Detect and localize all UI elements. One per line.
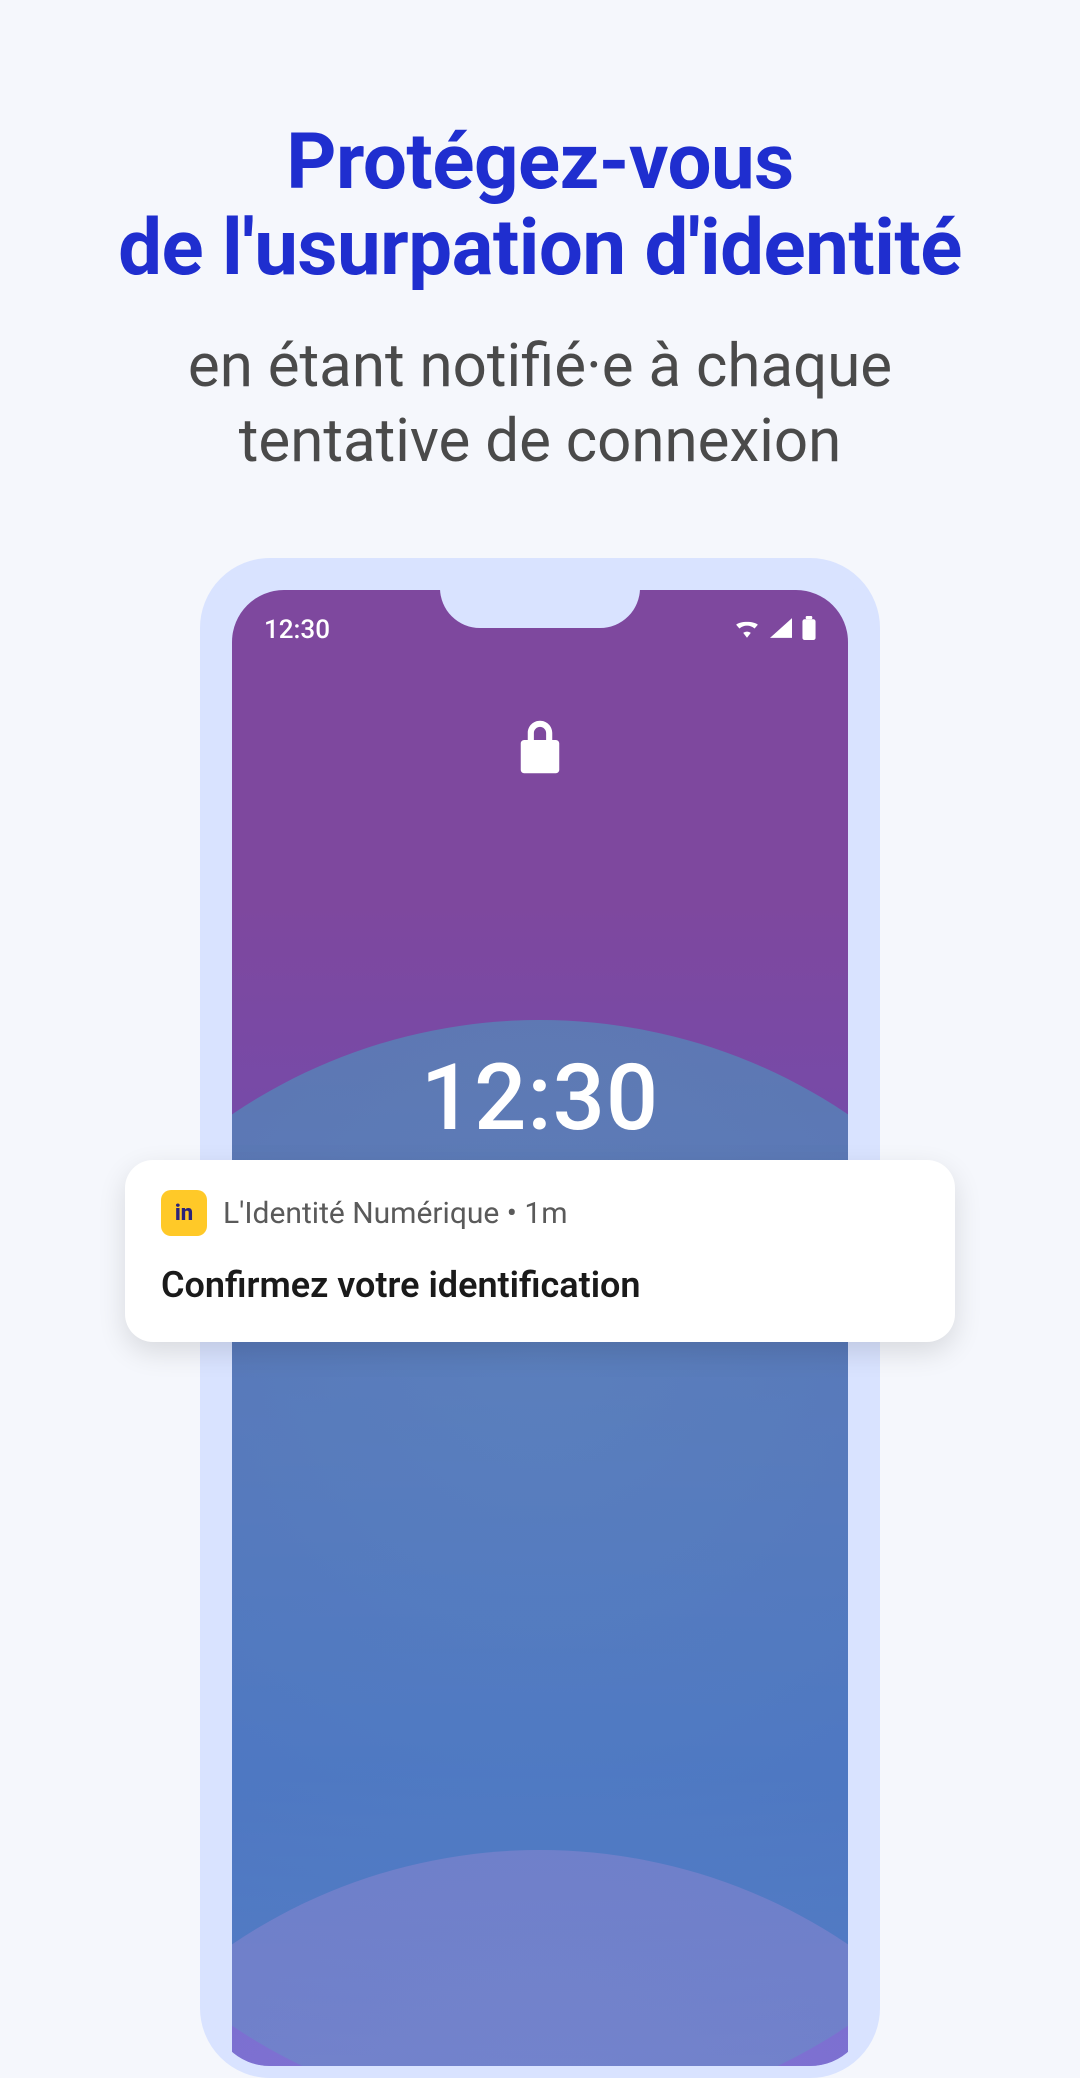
notification-app-name: L'Identité Numérique: [223, 1196, 499, 1231]
wifi-icon: [734, 618, 760, 642]
marketing-header: Protégez-vous de l'usurpation d'identité…: [0, 0, 1080, 478]
lock-icon: [232, 720, 848, 774]
app-icon: in: [161, 1190, 207, 1236]
notification-body: Confirmez votre identification: [161, 1264, 919, 1306]
battery-icon: [802, 616, 816, 644]
notification-separator: •: [499, 1196, 524, 1231]
page-title: Protégez-vous de l'usurpation d'identité: [0, 120, 1080, 292]
notification-meta: L'Identité Numérique • 1m: [223, 1196, 568, 1231]
phone-notch: [440, 590, 640, 628]
status-bar-icons: [734, 616, 816, 644]
notification-header: in L'Identité Numérique • 1m: [161, 1190, 919, 1236]
cellular-signal-icon: [770, 618, 792, 642]
subtitle-line-2: tentative de connexion: [239, 405, 841, 476]
app-icon-label: in: [175, 1201, 193, 1226]
notification-card[interactable]: in L'Identité Numérique • 1m Confirmez v…: [125, 1160, 955, 1342]
page-subtitle: en étant notifié·e à chaque tentative de…: [0, 328, 1080, 478]
title-line-2: de l'usurpation d'identité: [118, 203, 962, 294]
subtitle-line-1: en étant notifié·e à chaque: [188, 330, 892, 401]
status-bar-time: 12:30: [264, 615, 330, 645]
title-line-1: Protégez-vous: [286, 117, 794, 208]
notification-time-ago: 1m: [524, 1196, 567, 1231]
lockscreen-time: 12:30: [232, 1045, 848, 1152]
